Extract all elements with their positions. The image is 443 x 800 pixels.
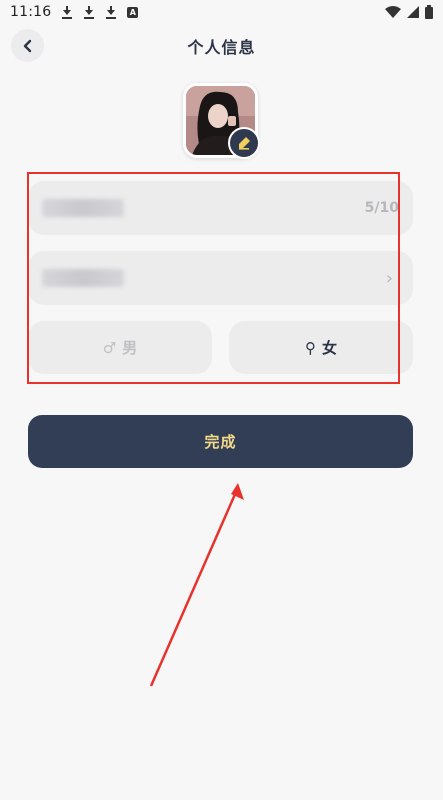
- download-icon: [105, 5, 117, 19]
- chevron-left-icon: [23, 39, 31, 52]
- edit-avatar-button[interactable]: [228, 127, 260, 159]
- status-bar-left: 11:16 A: [10, 4, 139, 20]
- male-symbol-icon: ♂: [102, 338, 117, 357]
- gender-female-button[interactable]: ⚲ 女: [229, 321, 413, 374]
- status-time: 11:16: [10, 4, 52, 20]
- nickname-field[interactable]: 5/10: [28, 181, 413, 235]
- status-bar-right: [385, 5, 433, 19]
- status-bar: 11:16 A: [0, 0, 443, 24]
- nickname-value: [42, 199, 124, 217]
- birthday-field[interactable]: ›: [28, 251, 413, 305]
- pencil-icon: [239, 137, 250, 150]
- back-button[interactable]: [11, 29, 44, 62]
- gender-male-button[interactable]: ♂ 男: [28, 321, 212, 374]
- male-label: 男: [122, 339, 138, 357]
- done-button[interactable]: 完成: [28, 415, 413, 468]
- female-label: 女: [321, 339, 337, 357]
- avatar-container[interactable]: [183, 83, 260, 159]
- battery-icon: [425, 5, 433, 19]
- chevron-right-icon: ›: [385, 267, 393, 289]
- page-title: 个人信息: [187, 38, 256, 57]
- signal-icon: [407, 6, 419, 18]
- top-bar: 个人信息: [0, 28, 443, 64]
- download-icon: [83, 5, 95, 19]
- download-icon: [61, 5, 73, 19]
- wifi-icon: [385, 6, 401, 18]
- birthday-value: [42, 269, 124, 287]
- female-symbol-icon: ⚲: [304, 338, 316, 357]
- a-box-icon: A: [127, 6, 139, 18]
- nickname-counter: 5/10: [364, 200, 399, 216]
